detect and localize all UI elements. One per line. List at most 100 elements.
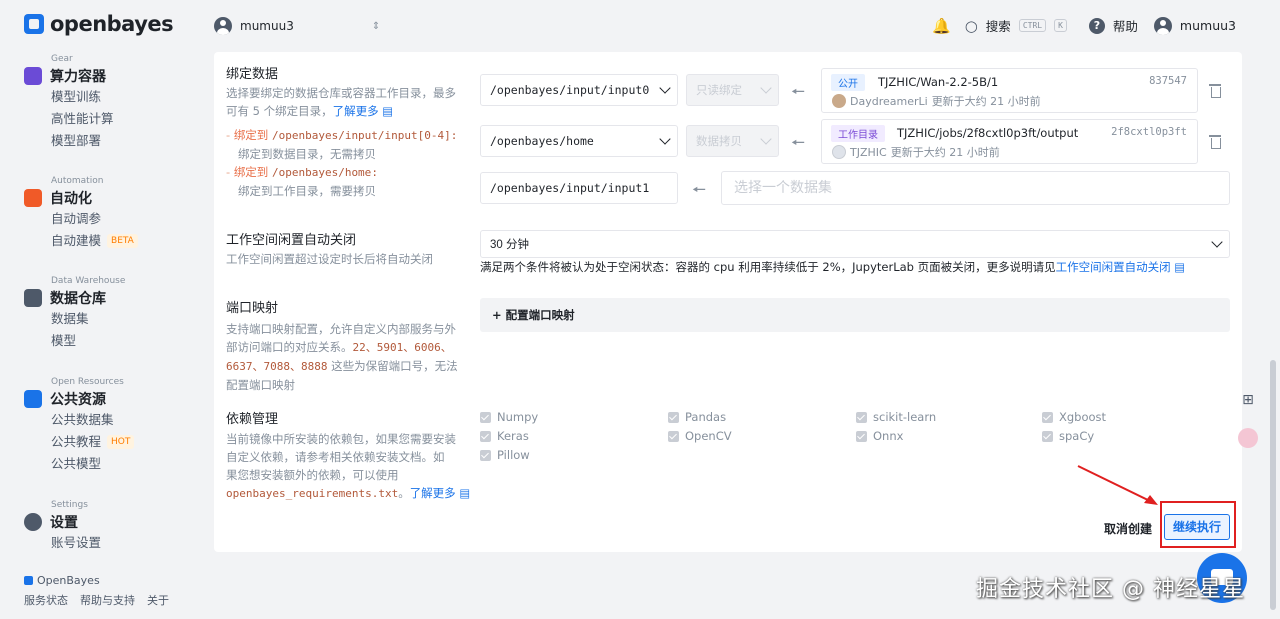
deps-desc-line: 自定义依赖，请参考相关依赖安装文档。如 (226, 450, 445, 464)
account-name[interactable]: mumuu3 (1180, 18, 1236, 33)
checkbox-checked-icon (480, 411, 491, 423)
dataset-meta: DaydreamerLi 更新于大约 21 小时前 (832, 93, 1041, 109)
nav-item-public-models[interactable]: 公共模型 (51, 453, 134, 475)
nav-head-label: 设置 (50, 515, 78, 531)
chevron-up-down-icon: ⇕ (371, 20, 381, 32)
nav-item-label: 公共教程 (51, 434, 102, 449)
workdir-card[interactable]: 工作目录 TJZHIC/jobs/2f8cxtl0p3ft/output 2f8… (821, 119, 1198, 164)
sidebar: Gear 算力容器 模型训练 高性能计算 模型部署 Automation 自动化… (0, 52, 200, 619)
learn-more-link[interactable]: 了解更多 (333, 104, 379, 118)
nav-item-automodel[interactable]: 自动建模 BETA (51, 230, 138, 252)
user-avatar-icon (832, 94, 846, 108)
nav-item-public-datasets[interactable]: 公共数据集 (51, 409, 134, 431)
nav-head-compute[interactable]: 算力容器 (24, 66, 114, 86)
chevron-down-icon (1211, 236, 1223, 248)
dataset-picker-input[interactable]: 选择一个数据集 (721, 171, 1230, 205)
checkbox-checked-icon (668, 411, 679, 423)
shortcut-ctrl: CTRL (1018, 19, 1047, 32)
reserved-ports: 22、5901、6006、 (352, 341, 452, 354)
idle-hint: 满足两个条件将被认为处于空闲状态：容器的 cpu 利用率持续低于 2%，Jupy… (480, 259, 1185, 275)
bell-icon[interactable]: 🔔 (932, 17, 951, 35)
deps-learn-more-link[interactable]: 了解更多 (410, 486, 456, 500)
dataset-card[interactable]: 公开 TJZHIC/Wan-2.2-5B/1 837547 Daydreamer… (821, 68, 1198, 113)
search-button[interactable]: 搜索 (986, 16, 1011, 35)
dep-checkbox: Pandas (668, 410, 726, 424)
bind-path-select[interactable]: /openbayes/input/input0 (480, 74, 678, 106)
nav-item-public-tutorials[interactable]: 公共教程 HOT (51, 431, 135, 453)
brand-logo[interactable]: openbayes (24, 12, 174, 36)
bind-mode-select: 数据拷贝 (686, 125, 779, 157)
nav-head-settings[interactable]: 设置 (24, 512, 101, 532)
flame-icon (24, 189, 42, 207)
nav-item-account-settings[interactable]: 账号设置 (51, 532, 101, 554)
dataset-name: TJZHIC/Wan-2.2-5B/1 (878, 75, 999, 89)
checkbox-checked-icon (480, 430, 491, 442)
page-scrollbar[interactable] (1270, 360, 1276, 610)
cancel-button[interactable]: 取消创建 (1104, 520, 1152, 537)
nav-group-warehouse: Data Warehouse 数据仓库 数据集 模型 (24, 276, 125, 352)
workspace-username: mumuu3 (240, 19, 294, 33)
tree-path: /openbayes/home (271, 166, 372, 179)
help-button[interactable]: 帮助 (1113, 16, 1138, 35)
bind-path-select[interactable]: /openbayes/home (480, 125, 678, 157)
footer-link-help[interactable]: 帮助与支持 (80, 592, 135, 608)
nav-head-public[interactable]: 公共资源 (24, 389, 134, 409)
doc-icon: ▤ (378, 104, 394, 118)
trash-icon[interactable] (1209, 135, 1221, 149)
tree-line: - 绑定到 /openbayes/input/input[0-4]: (226, 128, 458, 142)
select-value: 30 分钟 (490, 239, 529, 251)
tree-prefix: 绑定到 (233, 128, 272, 142)
cubes-icon (24, 390, 42, 408)
nav-item-hpc[interactable]: 高性能计算 (51, 108, 114, 130)
nav-category-label: Automation (51, 176, 104, 186)
openbayes-logo-icon (24, 14, 44, 34)
search-icon[interactable]: ○ (965, 17, 978, 35)
footer-links: 服务状态 帮助与支持 关于 (24, 592, 169, 608)
footer-link-status[interactable]: 服务状态 (24, 592, 68, 608)
tree-path: /openbayes/input/input[0-4] (271, 129, 451, 142)
nav-head-automation[interactable]: 自动化 (24, 188, 138, 208)
workspace-switcher[interactable]: mumuu3 ⇕ (214, 17, 380, 35)
openbayes-mini-logo-icon (24, 576, 33, 585)
tree-note: 绑定到数据目录，无需拷贝 (238, 147, 376, 161)
brand-name: openbayes (50, 12, 174, 36)
bind-data-title: 绑定数据 (226, 67, 279, 82)
deps-desc-line: 果您想安装额外的依赖，可以使用 (226, 468, 399, 482)
translate-icon[interactable] (1232, 422, 1264, 454)
doc-icon: ▤ (1170, 260, 1186, 274)
bind-path-select[interactable]: /openbayes/input/input1 (480, 172, 678, 204)
continue-button[interactable]: 继续执行 (1164, 514, 1230, 540)
nav-item-model-training[interactable]: 模型训练 (51, 86, 114, 108)
beta-badge: BETA (107, 234, 138, 248)
help-icon[interactable]: ? (1088, 17, 1105, 34)
ports-desc-line: 部访问端口的对应关系。22、5901、6006、 (226, 338, 471, 357)
dep-checkbox: Pillow (480, 448, 530, 462)
bind-data-desc-text: 可有 5 个绑定目录， (226, 104, 333, 118)
add-port-mapping-button[interactable]: + 配置端口映射 (480, 298, 1230, 332)
nav-item-models[interactable]: 模型 (51, 330, 125, 352)
checkbox-checked-icon (480, 449, 491, 461)
select-value: /openbayes/input/input1 (490, 181, 650, 195)
deps-desc-line: 当前镜像中所安装的依赖包，如果您需要安装 (226, 432, 456, 446)
apps-grid-icon[interactable]: ⊞ (1232, 384, 1264, 416)
chevron-down-icon (760, 133, 772, 145)
footer-link-about[interactable]: 关于 (147, 592, 169, 608)
bind-data-desc-line: 选择要绑定的数据仓库或容器工作目录，最多 (226, 86, 456, 100)
trash-icon[interactable] (1209, 84, 1221, 98)
bind-data-desc-line: 可有 5 个绑定目录，了解更多 ▤ (226, 102, 471, 120)
nav-item-deploy[interactable]: 模型部署 (51, 130, 114, 152)
nav-head-warehouse[interactable]: 数据仓库 (24, 288, 125, 308)
account-avatar-icon[interactable] (1153, 16, 1172, 35)
nav-item-datasets[interactable]: 数据集 (51, 308, 125, 330)
idle-doc-link[interactable]: 工作空间闲置自动关闭 (1056, 260, 1171, 274)
dep-label: Pillow (497, 448, 530, 462)
chevron-down-icon (659, 133, 671, 145)
idle-timeout-select[interactable]: 30 分钟 (480, 230, 1230, 258)
checkbox-checked-icon (1042, 411, 1053, 423)
nav-item-autotune[interactable]: 自动调参 (51, 208, 138, 230)
idle-title: 工作空间闲置自动关闭 (226, 233, 357, 248)
nav-head-label: 自动化 (50, 191, 92, 207)
ports-desc-text: 这些为保留端口号，无法 (327, 359, 458, 373)
dep-checkbox: Onnx (856, 429, 903, 443)
reserved-ports: 6637、7088、8888 (226, 360, 328, 373)
